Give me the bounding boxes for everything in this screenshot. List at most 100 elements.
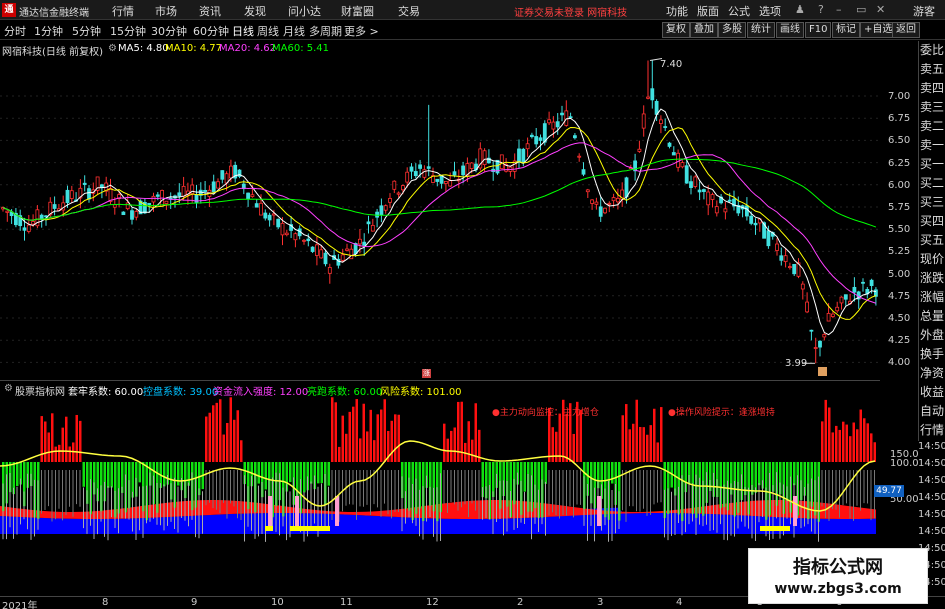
candle	[809, 329, 814, 332]
side-item[interactable]: 换手	[919, 345, 945, 364]
candle	[499, 154, 504, 170]
side-item[interactable]: 收益	[919, 383, 945, 402]
side-item[interactable]: 买二	[919, 174, 945, 193]
candle	[130, 210, 134, 220]
side-item[interactable]: 净资	[919, 364, 945, 383]
indicator-bar-red	[331, 397, 334, 462]
side-item[interactable]: 行情	[919, 421, 945, 440]
bottom-signal	[290, 526, 330, 531]
stats-button[interactable]: 统计	[747, 22, 775, 38]
candle	[409, 166, 414, 172]
side-item[interactable]: 卖五	[919, 60, 945, 79]
indicator-settings-icon[interactable]: ⚙	[4, 383, 13, 394]
indicator-bar-green	[257, 462, 260, 484]
help-icon[interactable]: ?	[818, 3, 824, 16]
price-tick: 6.00	[888, 179, 911, 191]
side-item[interactable]: 自动	[919, 402, 945, 421]
menu-layout[interactable]: 版面	[697, 3, 719, 19]
tf-weekly[interactable]: 周线	[257, 23, 279, 39]
tf-more[interactable]: 更多 >	[344, 23, 379, 39]
candle	[388, 198, 392, 203]
side-item[interactable]: 总量	[919, 307, 945, 326]
side-item[interactable]: 卖二	[919, 117, 945, 136]
indicator-bar-red	[653, 408, 656, 462]
indicator-bar-red	[856, 429, 859, 462]
side-item[interactable]: 买一	[919, 155, 945, 174]
side-item[interactable]: 买三	[919, 193, 945, 212]
date-tick: 2021年	[2, 601, 38, 609]
menu-formula[interactable]: 公式	[728, 3, 750, 19]
candle	[869, 279, 874, 286]
menu-ask[interactable]: 问小达	[288, 3, 321, 19]
side-item[interactable]: 涨跌	[919, 269, 945, 288]
indicator-bar-green	[320, 462, 323, 484]
indicator-bar-red	[558, 413, 561, 462]
restore-icon[interactable]: ▭	[856, 3, 866, 16]
side-item[interactable]: 现价	[919, 250, 945, 269]
candle	[405, 171, 410, 183]
menu-options[interactable]: 选项	[759, 3, 781, 19]
price-tick: 5.25	[888, 246, 911, 258]
side-item[interactable]: 涨幅	[919, 288, 945, 307]
guest-label[interactable]: 游客	[913, 3, 935, 19]
menu-news[interactable]: 资讯	[199, 3, 221, 19]
candle	[616, 197, 620, 203]
side-item[interactable]: 卖三	[919, 98, 945, 117]
quote-side-panel: 委比 卖五 卖四 卖三 卖二 卖一 买一 买二 买三 买四 买五 现价 涨跌 涨…	[918, 41, 945, 441]
rise-marker[interactable]: 涨	[422, 369, 431, 378]
menu-discover[interactable]: 发现	[244, 3, 266, 19]
candle	[800, 283, 805, 290]
tf-multi[interactable]: 多周期	[309, 23, 342, 39]
adjust-button[interactable]: 复权	[662, 22, 690, 38]
menu-market[interactable]: 市场	[155, 3, 177, 19]
f10-button[interactable]: F10	[805, 22, 832, 38]
login-notice[interactable]: 证券交易未登录 网宿科技	[514, 4, 627, 19]
side-item[interactable]: 买四	[919, 212, 945, 231]
candle	[637, 148, 642, 152]
multi-stock-button[interactable]: 多股	[718, 22, 746, 38]
candle	[482, 150, 487, 165]
tf-intraday[interactable]: 分时	[4, 23, 26, 39]
back-button[interactable]: 返回	[892, 22, 920, 38]
minimize-icon[interactable]: –	[836, 3, 842, 16]
indicator-bar-red	[831, 432, 834, 462]
side-item[interactable]: 委比	[919, 41, 945, 60]
tf-60min[interactable]: 60分钟	[193, 23, 229, 39]
event-marker[interactable]	[818, 367, 827, 376]
indicator-bar-red	[397, 414, 400, 462]
tf-daily[interactable]: 日线	[232, 23, 254, 39]
menu-wealth[interactable]: 财富圈	[341, 3, 374, 19]
user-icon[interactable]: ♟	[795, 3, 805, 16]
menu-trade[interactable]: 交易	[398, 3, 420, 19]
candle	[843, 294, 848, 300]
tf-monthly[interactable]: 月线	[283, 23, 305, 39]
tf-5min[interactable]: 5分钟	[72, 23, 101, 39]
candle	[125, 202, 130, 210]
indicator-bar-green	[611, 462, 614, 484]
mark-button[interactable]: 标记	[832, 22, 860, 38]
side-item[interactable]: 卖一	[919, 136, 945, 155]
indicator-bar-red	[639, 426, 642, 462]
side-item[interactable]: 外盘	[919, 326, 945, 345]
candlestick-chart[interactable]	[0, 57, 880, 380]
candle	[383, 205, 388, 211]
tf-15min[interactable]: 15分钟	[110, 23, 146, 39]
side-item[interactable]: 卖四	[919, 79, 945, 98]
candle	[530, 134, 534, 138]
indicator-bar-green	[163, 462, 166, 487]
indicator-info-bar: ⚙ 股票指标网 套牢系数: 60.00 控盘系数: 39.00 资金流入强度: …	[0, 380, 880, 398]
side-item[interactable]: 买五	[919, 231, 945, 250]
menu-market-quotes[interactable]: 行情	[112, 3, 134, 19]
indicator-bar-red	[366, 431, 369, 462]
indicator-bar-red	[565, 413, 568, 462]
menu-function[interactable]: 功能	[666, 3, 688, 19]
draw-button[interactable]: 画线	[776, 22, 804, 38]
price-tick: 4.75	[888, 290, 911, 302]
tf-1min[interactable]: 1分钟	[34, 23, 63, 39]
ma10-label: MA10: 4.77	[165, 43, 223, 54]
settings-icon[interactable]: ⚙	[108, 43, 117, 54]
tf-30min[interactable]: 30分钟	[151, 23, 187, 39]
close-icon[interactable]: ✕	[876, 3, 885, 16]
overlay-button[interactable]: 叠加	[690, 22, 718, 38]
add-watchlist-button[interactable]: +自选	[860, 22, 897, 38]
